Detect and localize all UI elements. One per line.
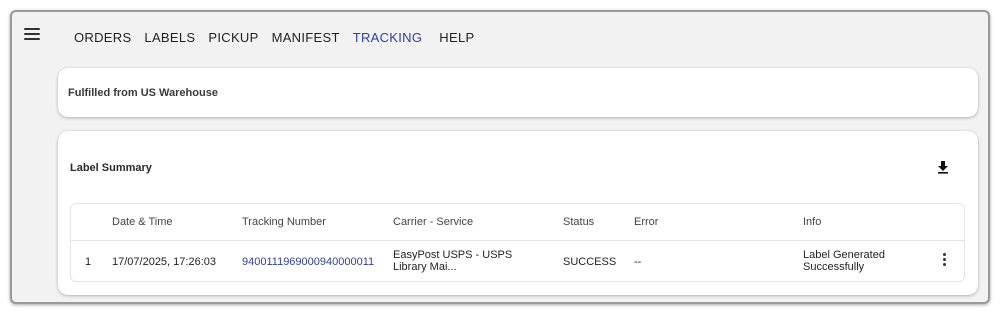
tracking-number-link[interactable]: 9400111969000940000011 xyxy=(242,256,374,268)
row-info: Label Generated Successfully xyxy=(803,249,885,273)
status-text: SUCCESS xyxy=(563,256,617,268)
warehouse-label: Fulfilled from US Warehouse xyxy=(68,87,218,99)
label-summary-table: Date & Time Tracking Number Carrier - Se… xyxy=(70,203,965,282)
hamburger-menu-icon[interactable] xyxy=(24,28,42,42)
top-nav-bar: ORDERS LABELS PICKUP MANIFEST TRACKING H… xyxy=(12,12,988,64)
nav-manifest[interactable]: MANIFEST xyxy=(272,30,340,45)
label-summary-title: Label Summary xyxy=(70,162,152,174)
column-header-error: Error xyxy=(634,216,659,228)
nav-orders[interactable]: ORDERS xyxy=(74,30,131,45)
table-row: 1 17/07/2025, 17:26:03 94001119690009400… xyxy=(71,241,964,282)
info-line2: Successfully xyxy=(803,261,865,273)
row-carrier-service: EasyPost USPS - USPS Library Mai... xyxy=(393,249,512,273)
nav-tracking[interactable]: TRACKING xyxy=(353,30,423,45)
row-datetime: 17/07/2025, 17:26:03 xyxy=(112,256,216,268)
column-header-status: Status xyxy=(563,216,595,228)
carrier-service-line1: EasyPost USPS - USPS xyxy=(393,249,513,261)
column-header-tracking-number: Tracking Number xyxy=(242,216,326,228)
row-index: 1 xyxy=(85,256,92,268)
info-line1: Label Generated xyxy=(803,249,885,261)
download-icon-glyph xyxy=(938,161,948,174)
more-vertical-icon[interactable] xyxy=(939,253,949,271)
error-text: -- xyxy=(634,256,642,268)
app-window: ORDERS LABELS PICKUP MANIFEST TRACKING H… xyxy=(10,10,990,304)
warehouse-card: Fulfilled from US Warehouse xyxy=(58,68,978,117)
column-header-carrier-service: Carrier - Service xyxy=(393,216,474,228)
nav-labels[interactable]: LABELS xyxy=(144,30,195,45)
table-header: Date & Time Tracking Number Carrier - Se… xyxy=(71,204,964,241)
column-header-info: Info xyxy=(803,216,822,228)
download-icon[interactable] xyxy=(934,158,952,176)
label-summary-card: Label Summary Date & Time Tracking Numbe… xyxy=(58,131,978,295)
nav-pickup[interactable]: PICKUP xyxy=(208,30,258,45)
carrier-service-line2: Library Mai... xyxy=(393,261,457,273)
column-header-datetime: Date & Time xyxy=(112,216,173,228)
nav-help[interactable]: HELP xyxy=(439,30,474,45)
main-nav: ORDERS LABELS PICKUP MANIFEST TRACKING H… xyxy=(74,30,487,45)
